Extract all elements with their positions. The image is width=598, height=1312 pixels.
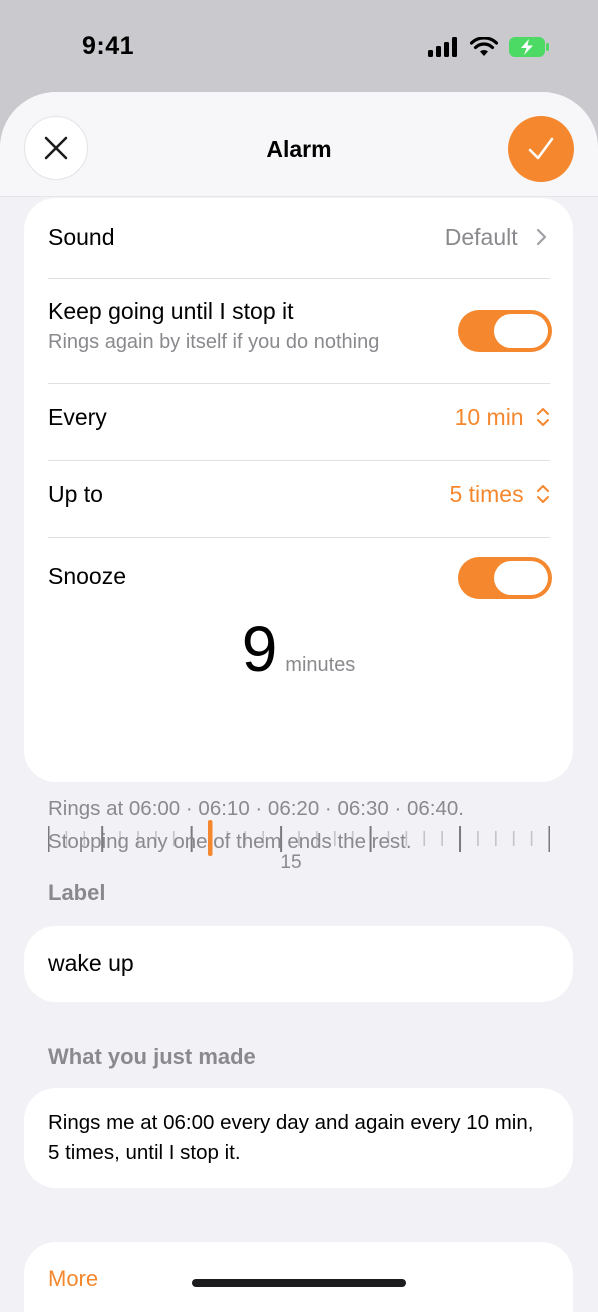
keep-going-row: Keep going until I stop it Rings again b… <box>48 298 552 368</box>
checkmark-icon <box>528 137 554 160</box>
ring-schedule-line2: Stopping any one of them ends the rest. <box>48 830 412 853</box>
battery-charging-icon <box>509 37 549 57</box>
status-bar: 9:41 <box>0 0 598 92</box>
divider <box>48 383 550 384</box>
wifi-icon <box>470 37 498 56</box>
cellular-signal-icon <box>428 37 457 57</box>
up-to-value[interactable]: 5 times <box>449 481 550 508</box>
chevron-up-down-icon <box>537 408 549 426</box>
divider <box>48 460 550 461</box>
sheet-header: Alarm <box>0 92 598 197</box>
label-section-title: Label <box>48 880 106 905</box>
snooze-label: Snooze <box>48 563 127 589</box>
up-to-label: Up to <box>48 481 103 507</box>
summary-section-title: What you just made <box>48 1044 256 1069</box>
label-field[interactable]: wake up <box>24 926 573 1002</box>
ring-schedule-note: Rings at 06:00 · 06:10 · 06:20 · 06:30 ·… <box>48 792 548 858</box>
status-icons <box>428 36 550 58</box>
alarm-settings-card: Sound Default Keep going until I stop it… <box>24 198 573 872</box>
sound-label: Sound <box>48 224 115 250</box>
snooze-row: Snooze <box>48 557 552 599</box>
label-value: wake up <box>48 950 134 976</box>
every-value[interactable]: 10 min <box>455 404 550 431</box>
home-indicator[interactable] <box>192 1279 406 1287</box>
sound-value: Default <box>445 224 548 251</box>
divider <box>48 278 550 279</box>
ring-schedule-line1: Rings at 06:00 · 06:10 · 06:20 · 06:30 ·… <box>48 797 464 820</box>
snooze-value: 9 <box>241 613 278 685</box>
snooze-unit: minutes <box>285 654 356 676</box>
snooze-duration: 9 minutes <box>24 612 573 686</box>
sound-row[interactable]: Sound Default <box>48 224 550 256</box>
status-time: 9:41 <box>82 32 135 60</box>
divider <box>48 537 550 538</box>
every-row[interactable]: Every 10 min <box>48 404 550 436</box>
every-label: Every <box>48 404 107 430</box>
chevron-right-icon <box>536 228 547 246</box>
keep-going-toggle[interactable] <box>458 310 552 352</box>
snooze-toggle[interactable] <box>458 557 552 599</box>
more-card[interactable]: More <box>24 1242 573 1312</box>
summary-text: Rings me at 06:00 every day and again ev… <box>48 1111 534 1164</box>
summary-card: Rings me at 06:00 every day and again ev… <box>24 1088 573 1188</box>
up-to-row[interactable]: Up to 5 times <box>48 481 550 513</box>
chevron-up-down-icon <box>537 485 549 503</box>
alarm-sheet: Alarm Sound Default Keep going until I s… <box>0 92 598 1312</box>
confirm-button[interactable] <box>508 116 574 182</box>
more-label[interactable]: More <box>48 1266 98 1292</box>
